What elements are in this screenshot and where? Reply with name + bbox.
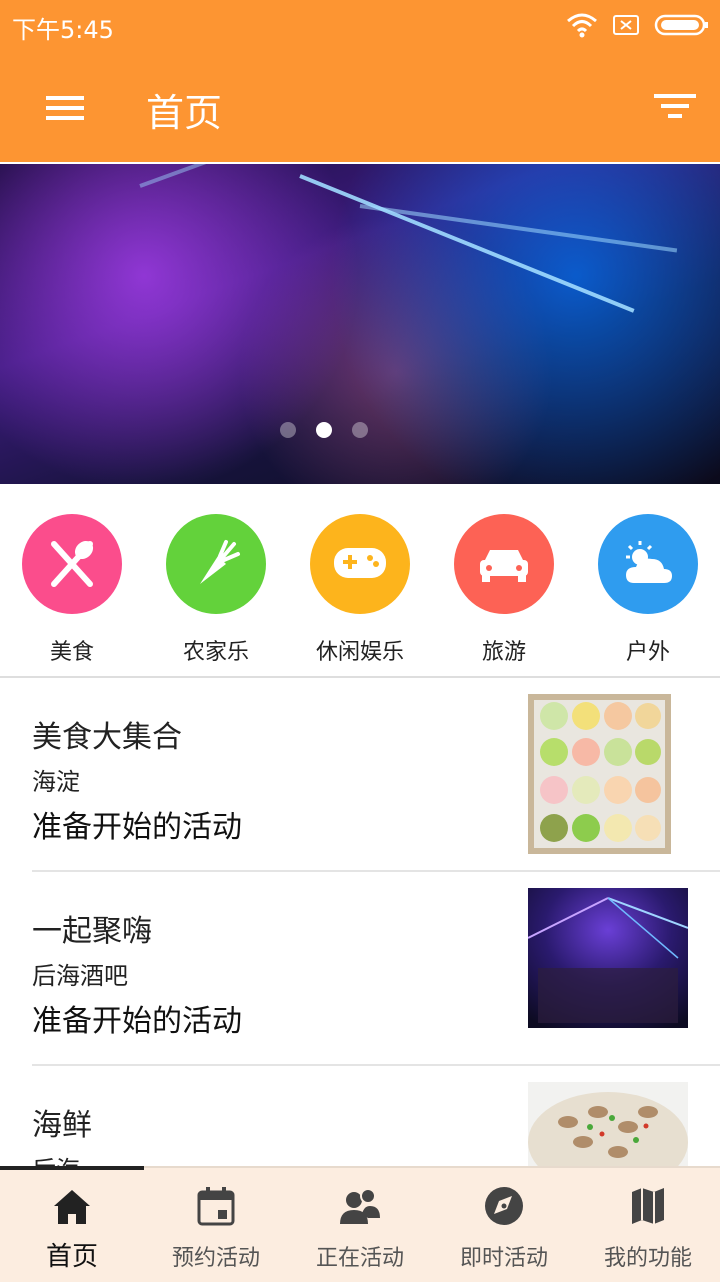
list-item[interactable]: 美食大集合 海淀 准备开始的活动 (0, 678, 720, 872)
activity-place: 海淀 (32, 768, 80, 796)
carousel-dot[interactable] (352, 422, 368, 438)
tab-label: 首页 (45, 1242, 98, 1272)
list-item[interactable]: 一起聚嗨 后海酒吧 准备开始的活动 (0, 872, 720, 1066)
tab-instant[interactable]: 即时活动 (432, 1168, 576, 1282)
tab-label: 预约活动 (171, 1246, 260, 1271)
activity-place: 后海酒吧 (32, 962, 128, 990)
no-sim-icon (613, 15, 639, 35)
category-leisure[interactable]: 休闲娱乐 (290, 500, 430, 666)
wifi-icon (567, 13, 597, 38)
tab-label: 即时活动 (459, 1246, 548, 1271)
tab-mine[interactable]: 我的功能 (576, 1168, 720, 1282)
gamepad-icon (310, 514, 410, 614)
utensils-icon (22, 514, 122, 614)
activity-status: 准备开始的活动 (32, 810, 242, 845)
category-bar: 美食 农家乐 休闲娱乐 旅游 户外 (0, 500, 720, 676)
category-label: 户外 (625, 640, 670, 665)
category-travel[interactable]: 旅游 (434, 500, 574, 666)
app-bar: 首页 (0, 52, 720, 162)
activity-status: 准备开始的活动 (32, 1004, 242, 1039)
bottom-nav: 首页 预约活动 正在活动 即时活动 我的功能 (0, 1166, 720, 1282)
tab-label: 正在活动 (315, 1246, 404, 1271)
category-label: 农家乐 (182, 640, 249, 665)
activity-title: 海鲜 (32, 1108, 92, 1143)
map-icon (632, 1188, 664, 1224)
carousel-dot-active[interactable] (316, 422, 332, 438)
tab-label: 我的功能 (603, 1246, 692, 1271)
category-label: 美食 (49, 640, 94, 665)
status-time: 下午5:45 (12, 16, 114, 44)
banner-carousel[interactable] (0, 164, 720, 484)
banner-light-beam (359, 204, 678, 253)
filter-icon[interactable] (650, 88, 700, 128)
activity-thumbnail (528, 694, 671, 854)
status-bar: 下午5:45 (0, 0, 720, 52)
activity-title: 一起聚嗨 (32, 914, 152, 949)
carousel-dot[interactable] (280, 422, 296, 438)
page-title: 首页 (146, 91, 223, 135)
compass-icon (485, 1187, 523, 1225)
category-farm[interactable]: 农家乐 (146, 500, 286, 666)
category-label: 休闲娱乐 (315, 640, 404, 665)
people-icon (340, 1188, 380, 1224)
status-icons (566, 12, 710, 38)
carrot-icon (166, 514, 266, 614)
category-food[interactable]: 美食 (2, 500, 142, 666)
menu-icon[interactable] (40, 88, 90, 128)
partly-cloudy-icon (598, 514, 698, 614)
category-outdoor[interactable]: 户外 (578, 500, 718, 666)
category-label: 旅游 (481, 640, 526, 665)
battery-icon (654, 14, 708, 36)
activity-thumbnail (528, 1082, 688, 1172)
activity-title: 美食大集合 (32, 720, 182, 755)
tab-reserve[interactable]: 预约活动 (144, 1168, 288, 1282)
car-icon (454, 514, 554, 614)
activity-thumbnail (528, 888, 688, 1028)
carousel-indicator (280, 422, 368, 438)
calendar-icon (197, 1187, 235, 1226)
home-icon (54, 1190, 90, 1224)
banner-light-beam (299, 174, 635, 313)
tab-ongoing[interactable]: 正在活动 (288, 1168, 432, 1282)
tab-home[interactable]: 首页 (0, 1168, 144, 1282)
